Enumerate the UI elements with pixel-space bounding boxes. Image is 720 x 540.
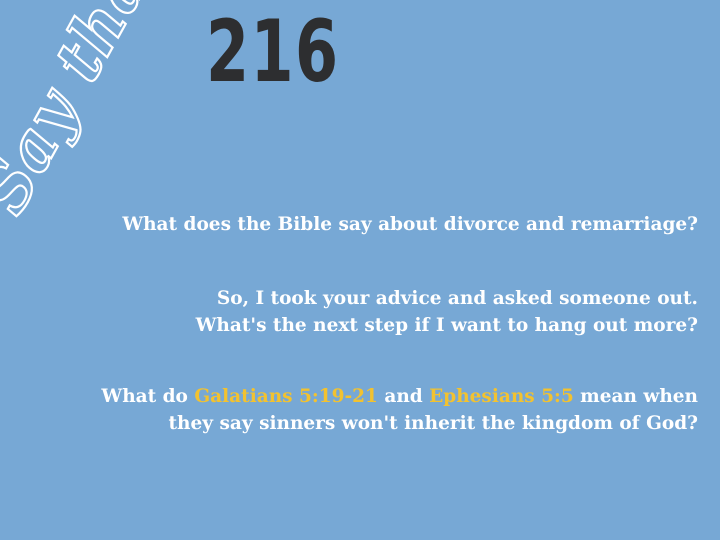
question-2: So, I took your advice and asked someone… — [196, 285, 698, 339]
question-3: What do Galatians 5:19-21 and Ephesians … — [101, 383, 698, 437]
say-that-logo-art: Say that. — [0, 0, 191, 227]
question-1-line-1: What does the Bible say about divorce an… — [122, 214, 698, 235]
say-that-logo: Say that. — [0, 0, 210, 230]
question-2-line-1: So, I took your advice and asked someone… — [216, 288, 698, 309]
question-3-line-1: What do Galatians 5:19-21 and Ephesians … — [101, 383, 698, 410]
question-3-line-2: they say sinners won't inherit the kingd… — [168, 413, 698, 434]
scripture-reference-galatians: Galatians 5:19-21 — [194, 386, 378, 407]
episode-number: 216 — [206, 2, 340, 102]
question-3-suffix: mean when — [573, 386, 698, 407]
scripture-reference-ephesians: Ephesians 5:5 — [429, 386, 574, 407]
question-3-middle: and — [377, 386, 430, 407]
question-1: What does the Bible say about divorce an… — [122, 211, 698, 238]
slide: Say that. 216 What does the Bible say ab… — [0, 0, 720, 540]
question-2-line-2: What's the next step if I want to hang o… — [195, 315, 698, 336]
logo-text: Say that. — [0, 0, 190, 226]
question-3-prefix: What do — [101, 386, 195, 407]
